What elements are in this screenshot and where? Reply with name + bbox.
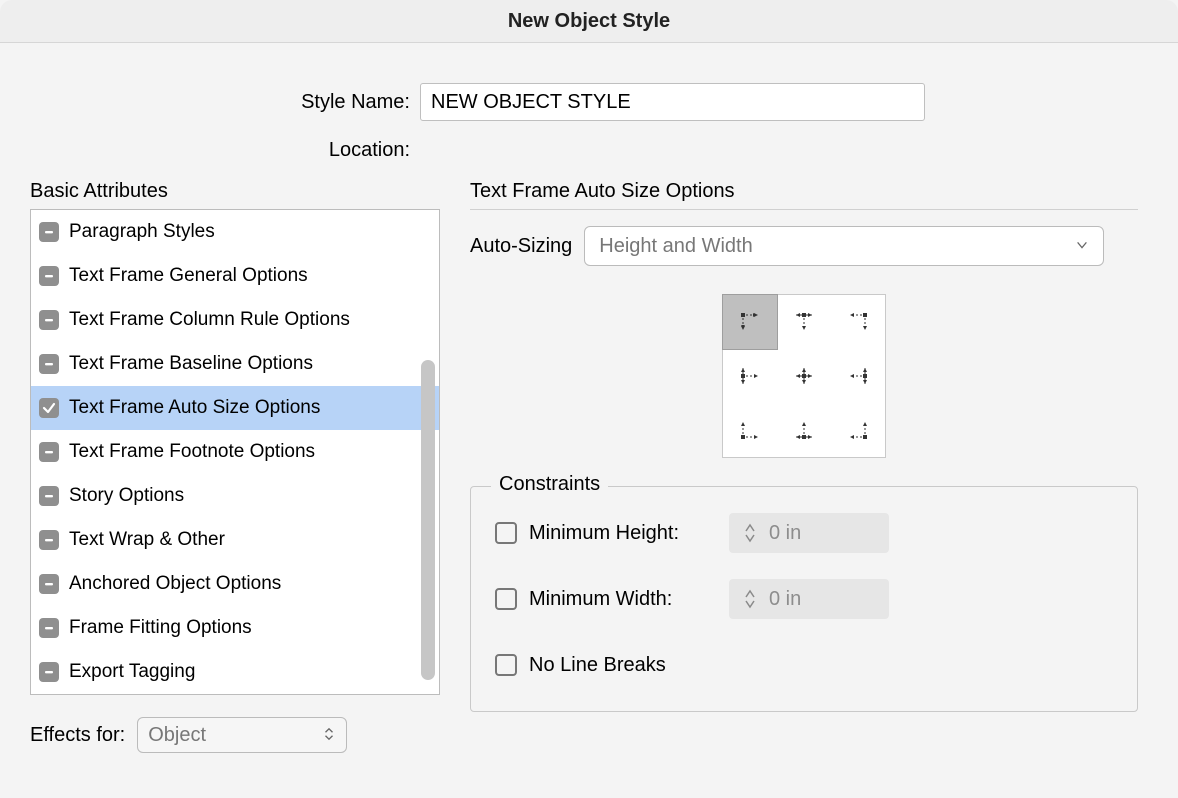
dialog-title-bar: New Object Style: [0, 0, 1178, 43]
divider: [470, 209, 1138, 210]
min-height-value: 0 in: [765, 522, 801, 545]
attribute-row[interactable]: Export Tagging: [31, 650, 439, 694]
checkbox-mixed-icon[interactable]: [39, 530, 59, 550]
effects-for-label: Effects for:: [30, 724, 125, 747]
chevron-down-icon: [1075, 235, 1089, 258]
attribute-label: Frame Fitting Options: [69, 617, 252, 639]
min-height-stepper[interactable]: 0 in: [729, 513, 889, 553]
checkbox-mixed-icon[interactable]: [39, 442, 59, 462]
anchor-center[interactable]: [777, 349, 831, 403]
scrollbar-thumb[interactable]: [421, 360, 435, 680]
min-height-checkbox[interactable]: [495, 522, 517, 544]
effects-for-value: Object: [148, 724, 206, 747]
attribute-row[interactable]: Frame Fitting Options: [31, 606, 439, 650]
anchor-middle-right[interactable]: [831, 349, 885, 403]
anchor-bottom-center[interactable]: [777, 403, 831, 457]
attribute-row[interactable]: Text Wrap & Other: [31, 518, 439, 562]
constraints-legend: Constraints: [491, 473, 608, 496]
stepper-arrows-icon: [729, 579, 765, 619]
checkbox-mixed-icon[interactable]: [39, 662, 59, 682]
constraints-fieldset: Constraints Minimum Height: 0 in: [470, 486, 1138, 712]
attribute-label: Text Frame Column Rule Options: [69, 309, 350, 331]
attribute-label: Text Wrap & Other: [69, 529, 225, 551]
min-height-label: Minimum Height:: [529, 522, 729, 545]
attribute-label: Paragraph Styles: [69, 221, 215, 243]
top-fields: Style Name: Location:: [0, 43, 1178, 162]
min-width-checkbox[interactable]: [495, 588, 517, 610]
checkbox-mixed-icon[interactable]: [39, 310, 59, 330]
attribute-label: Text Frame Auto Size Options: [69, 397, 320, 419]
right-panel-heading: Text Frame Auto Size Options: [470, 180, 1138, 203]
min-width-label: Minimum Width:: [529, 588, 729, 611]
attribute-row[interactable]: Story Options: [31, 474, 439, 518]
attribute-label: Text Frame Baseline Options: [69, 353, 313, 375]
attribute-row[interactable]: Text Frame Column Rule Options: [31, 298, 439, 342]
attribute-row[interactable]: Anchored Object Options: [31, 562, 439, 606]
checkbox-mixed-icon[interactable]: [39, 486, 59, 506]
dialog-title: New Object Style: [508, 10, 670, 33]
attribute-label: Text Frame General Options: [69, 265, 308, 287]
min-width-stepper[interactable]: 0 in: [729, 579, 889, 619]
attribute-row[interactable]: Paragraph Styles: [31, 210, 439, 254]
style-name-input[interactable]: [420, 83, 925, 121]
checkbox-mixed-icon[interactable]: [39, 354, 59, 374]
checkbox-mixed-icon[interactable]: [39, 266, 59, 286]
stepper-arrows-icon: [729, 513, 765, 553]
effects-for-select[interactable]: Object: [137, 717, 347, 753]
basic-attributes-list: Paragraph Styles Text Frame General Optio…: [30, 209, 440, 695]
attribute-label: Story Options: [69, 485, 184, 507]
attribute-label: Anchored Object Options: [69, 573, 281, 595]
chevron-updown-icon: [322, 724, 336, 747]
attribute-row[interactable]: Text Frame Auto Size Options: [31, 386, 439, 430]
checkbox-mixed-icon[interactable]: [39, 222, 59, 242]
basic-attributes-heading: Basic Attributes: [30, 180, 440, 203]
anchor-bottom-right[interactable]: [831, 403, 885, 457]
no-line-breaks-label: No Line Breaks: [529, 654, 666, 677]
attribute-label: Export Tagging: [69, 661, 195, 683]
style-name-label: Style Name:: [0, 91, 420, 114]
min-width-value: 0 in: [765, 588, 801, 611]
anchor-middle-left[interactable]: [723, 349, 777, 403]
auto-sizing-select[interactable]: Height and Width: [584, 226, 1104, 266]
reference-point-grid: [722, 294, 886, 458]
checkbox-checked-icon[interactable]: [39, 398, 59, 418]
dialog-body: Style Name: Location: Basic Attributes P…: [0, 43, 1178, 798]
auto-sizing-label: Auto-Sizing: [470, 235, 572, 258]
no-line-breaks-checkbox[interactable]: [495, 654, 517, 676]
auto-sizing-value: Height and Width: [599, 235, 752, 258]
attribute-label: Text Frame Footnote Options: [69, 441, 315, 463]
location-label: Location:: [0, 139, 420, 162]
checkbox-mixed-icon[interactable]: [39, 574, 59, 594]
checkbox-mixed-icon[interactable]: [39, 618, 59, 638]
anchor-top-right[interactable]: [831, 295, 885, 349]
attribute-row[interactable]: Text Frame Footnote Options: [31, 430, 439, 474]
attribute-row[interactable]: Text Frame General Options: [31, 254, 439, 298]
new-object-style-dialog: New Object Style Style Name: Location: B…: [0, 0, 1178, 798]
anchor-top-center[interactable]: [777, 295, 831, 349]
anchor-top-left[interactable]: [723, 295, 777, 349]
anchor-bottom-left[interactable]: [723, 403, 777, 457]
attribute-row[interactable]: Text Frame Baseline Options: [31, 342, 439, 386]
